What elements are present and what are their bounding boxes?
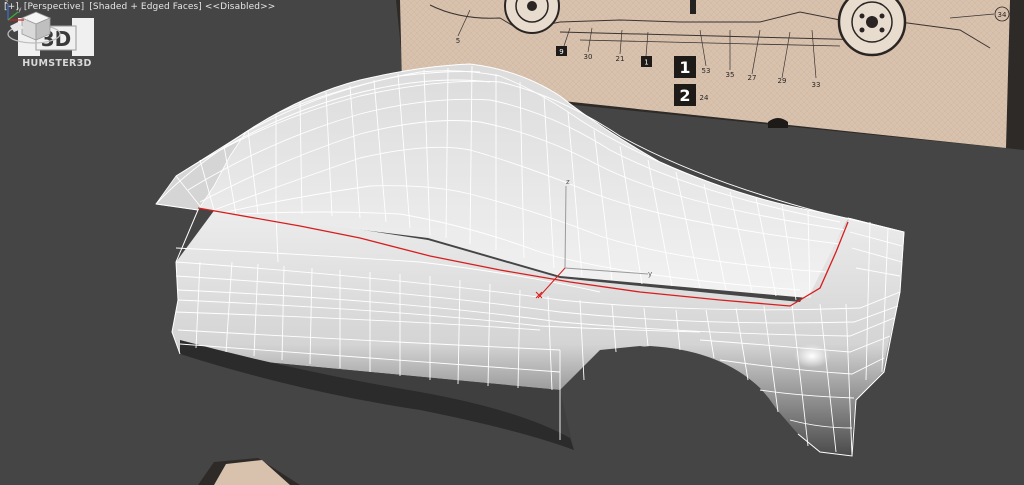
tripod-x-label: x xyxy=(25,17,29,24)
callout-big-2: 2 xyxy=(679,86,690,105)
callout-29: 29 xyxy=(778,77,787,85)
viewport-disabled-label[interactable]: <<Disabled>> xyxy=(205,2,275,12)
callout-24: 24 xyxy=(700,94,709,102)
gizmo-z-label: z xyxy=(566,178,570,186)
callout-34: 34 xyxy=(998,11,1007,19)
callout-35: 35 xyxy=(726,71,735,79)
callout-33: 33 xyxy=(812,81,821,89)
tripod-y-label: y xyxy=(18,6,22,13)
callout-5: 5 xyxy=(456,37,460,45)
blueprint-mark xyxy=(690,0,696,14)
car-body-mesh[interactable] xyxy=(155,63,905,485)
tripod-z-label: z xyxy=(5,0,8,6)
callout-big-1: 1 xyxy=(679,58,690,77)
blueprint-right-wheel xyxy=(837,0,907,57)
axis-tripod-icon: x y z xyxy=(5,0,29,24)
callout-53: 53 xyxy=(702,67,711,75)
gizmo-y-label: y xyxy=(648,270,652,278)
blueprint-corner-lower xyxy=(198,458,300,485)
watermark-brand: HUMSTER3D xyxy=(22,58,92,69)
callout-9: 9 xyxy=(559,48,563,56)
callout-1: 1 xyxy=(644,59,648,67)
callout-21: 21 xyxy=(616,55,625,63)
perspective-viewport[interactable]: 5 9 30 21 1 1 53 35 27 29 33 2 24 34 z y… xyxy=(0,0,1024,485)
callout-30: 30 xyxy=(584,53,593,61)
viewport-shading-menu[interactable]: [Shaded + Edged Faces] xyxy=(89,2,202,12)
viewport-canvas[interactable]: 5 9 30 21 1 1 53 35 27 29 33 2 24 34 z y xyxy=(0,0,1024,485)
callout-27: 27 xyxy=(748,74,757,82)
